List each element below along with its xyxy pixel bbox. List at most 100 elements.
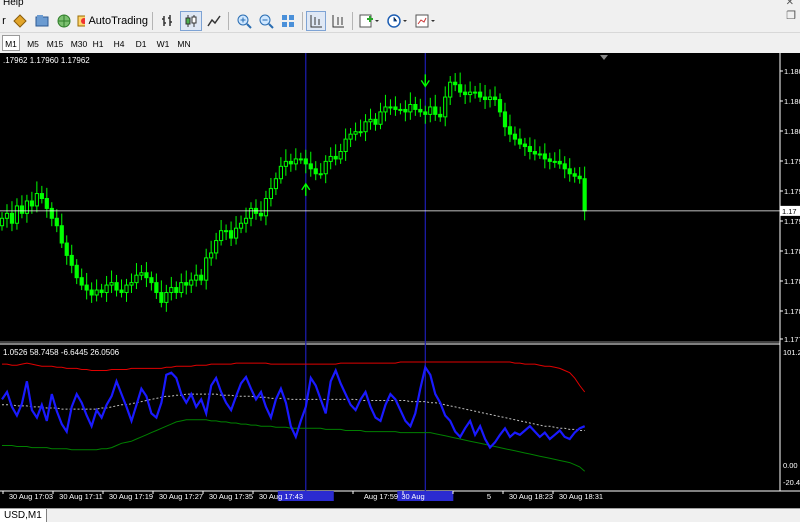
time-axis-label: 30 Aug 17:19 [109,492,153,501]
navigator-button[interactable] [32,11,52,31]
toolbar-separator [302,12,303,30]
candle-body [39,193,44,200]
candle-body [373,118,378,125]
market-watch-button[interactable] [10,11,30,31]
candle-body [318,173,323,176]
time-axis-label: 30 Aug 18:23 [509,492,553,501]
candle-body [378,111,383,125]
chart-shift-button[interactable] [328,11,348,31]
candle-body [468,91,473,96]
candle-body [19,205,25,214]
candle-body [189,279,194,286]
chart-tab[interactable]: USD,M1 [0,509,47,522]
experts-button[interactable] [54,11,74,31]
candle-body [477,91,483,98]
chart-frame [0,53,800,492]
candle-body [343,138,348,152]
candle-body [124,284,129,294]
candle-body [219,230,224,242]
bar-chart-button[interactable] [158,11,178,31]
zoom-in-icon [237,14,252,29]
autoscroll-button[interactable] [306,11,326,31]
tile-windows-button[interactable] [278,11,298,31]
candle-body [114,282,119,291]
periods-button[interactable] [384,11,410,31]
status-bar: USD,M1 [0,508,800,522]
candle-body [303,158,308,165]
candle-body [288,160,293,165]
zoom-in-button[interactable] [234,11,254,31]
tf-m15[interactable]: M15 [44,35,66,51]
tf-mn[interactable]: MN [175,35,193,51]
candle-body [428,106,433,115]
chart-shift-marker[interactable] [600,55,608,60]
indicator-main-line [1,364,586,450]
candle-body [204,257,209,281]
candle-body [119,289,124,294]
tf-d1[interactable]: D1 [133,35,149,51]
candle-body [268,188,274,200]
price-axis-label: 1.179 [784,217,800,226]
candle-body [278,165,283,180]
chart-window[interactable]: .17962 1.17960 1.17962 1.0526 58.7458 -6.… [0,53,800,508]
tf-h4[interactable]: H4 [111,35,127,51]
indicator-readout: 1.0526 58.7458 -6.6445 26.0506 [3,348,120,357]
candle-body [44,198,49,209]
candle-body [74,264,79,279]
candle-body [492,96,498,101]
diamond-icon [13,14,27,28]
candle-body [209,252,214,259]
candle-body [199,274,204,281]
tf-h1[interactable]: H1 [90,35,106,51]
candle-body [363,121,368,133]
candle-body [283,160,288,167]
candle-body [308,163,313,170]
candle-body [273,178,278,190]
candle-body [313,168,318,175]
candle-body [497,99,503,113]
indicators-button[interactable] [356,11,382,31]
candle-body [24,200,29,214]
toolbar-separator [352,12,353,30]
candle-body [547,158,552,162]
candle-body [194,274,199,281]
zoom-out-button[interactable] [256,11,276,31]
line-chart-button[interactable] [204,11,224,31]
candle-body [368,118,373,123]
candle-body [567,168,572,175]
candle-body [393,106,398,110]
candle-body [134,274,139,284]
chart-shift-icon [332,15,344,28]
price-axis-label: 1.180 [784,67,800,76]
candlesticks-button[interactable] [180,11,202,31]
buy-arrow [301,182,311,196]
tile-icon [282,15,294,27]
candle-body [64,242,69,256]
indicator-axis-label: -20.4 [783,478,800,487]
window-restore-button[interactable]: ❐ [786,9,796,22]
candle-body [79,277,84,286]
candle-body [557,160,562,165]
templates-button[interactable] [412,11,438,31]
candle-body [487,96,493,101]
candle-body [258,212,264,217]
candle-body [89,289,94,296]
candlestick-icon [185,15,197,27]
menu-help[interactable]: Help [3,0,24,8]
indicator-lines [1,361,586,472]
candle-body [507,126,513,135]
tf-m30[interactable]: M30 [68,35,90,51]
time-axis-label: 30 Aug 17:35 [209,492,253,501]
window-close-button[interactable]: ✕ [786,0,794,8]
tf-m1[interactable]: M1 [2,35,20,51]
axes [2,70,800,494]
time-axis-label: 30 Aug 17:03 [9,492,53,501]
price-axis-label: 1.178 [784,307,800,316]
candle-body [69,254,74,266]
autotrading-button[interactable]: AutoTrading [76,11,148,31]
chart-canvas[interactable]: .17962 1.17960 1.17962 1.0526 58.7458 -6.… [0,53,800,508]
tf-w1[interactable]: W1 [155,35,171,51]
candle-body [383,106,388,113]
tf-m5[interactable]: M5 [24,35,42,51]
candle-body [582,178,587,212]
